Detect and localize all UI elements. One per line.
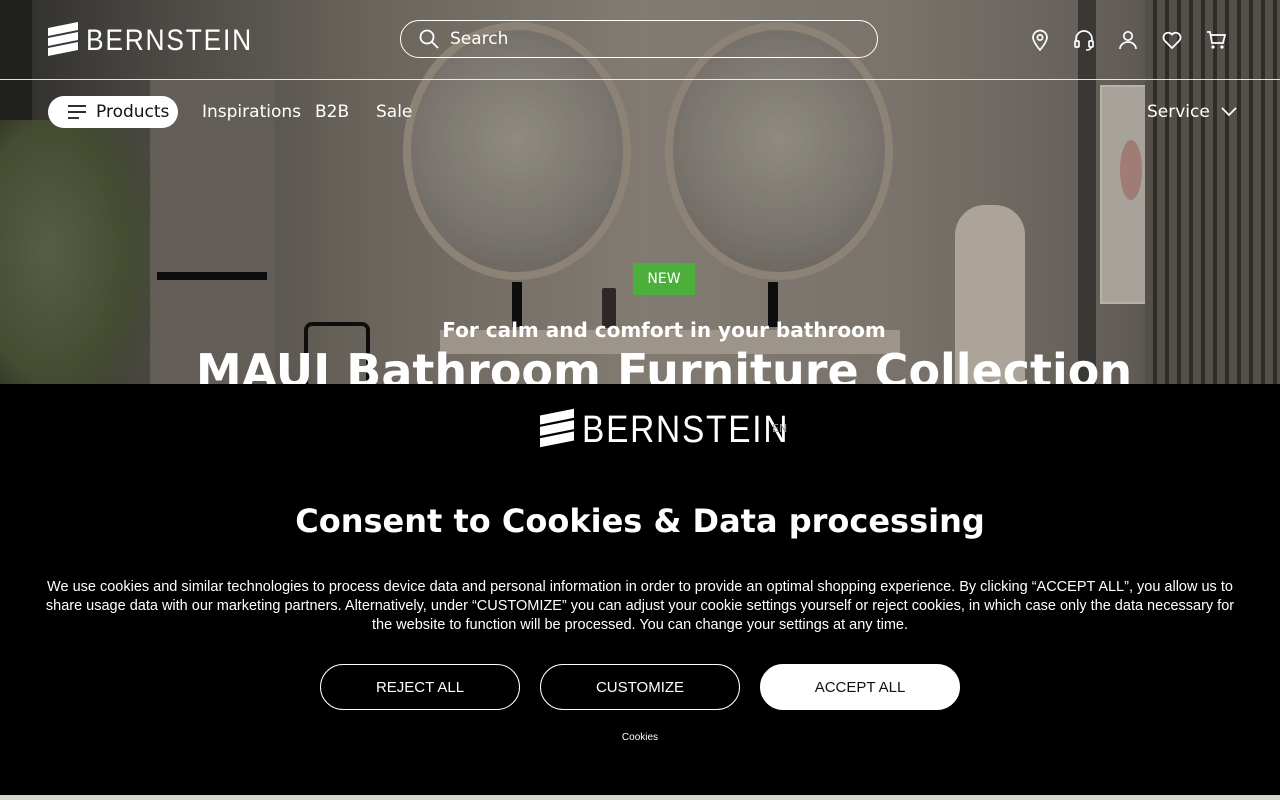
- chevron-down-icon: [1220, 103, 1238, 121]
- wishlist-icon[interactable]: [1160, 28, 1184, 52]
- language-selector[interactable]: EN: [772, 422, 787, 435]
- cookie-consent-dialog: BERNSTEIN EN Consent to Cookies & Data p…: [0, 384, 1280, 795]
- accept-all-button[interactable]: ACCEPT ALL: [760, 664, 960, 710]
- brand-name: BERNSTEIN: [86, 24, 253, 57]
- nav-link-b2b[interactable]: B2B: [315, 102, 349, 122]
- nav-link-sale[interactable]: Sale: [376, 102, 412, 122]
- customize-button[interactable]: CUSTOMIZE: [540, 664, 740, 710]
- search-icon: [418, 28, 440, 50]
- headset-icon[interactable]: [1072, 28, 1096, 52]
- site-header: BERNSTEIN Search: [0, 0, 1280, 80]
- header-actions: [1028, 28, 1228, 52]
- cookie-description: We use cookies and similar technologies …: [45, 579, 1235, 633]
- account-icon[interactable]: [1116, 28, 1140, 52]
- products-menu-button[interactable]: Products: [48, 96, 178, 128]
- search-input[interactable]: Search: [400, 20, 878, 58]
- new-badge: NEW: [633, 263, 695, 295]
- reject-all-button[interactable]: REJECT ALL: [320, 664, 520, 710]
- service-menu[interactable]: Service: [1147, 102, 1238, 122]
- cookies-link[interactable]: Cookies: [0, 732, 1280, 743]
- service-label: Service: [1147, 102, 1210, 122]
- cookie-title: Consent to Cookies & Data processing: [295, 502, 985, 540]
- products-label: Products: [96, 102, 170, 122]
- cart-icon[interactable]: [1204, 28, 1228, 52]
- brand-logo[interactable]: BERNSTEIN: [48, 22, 276, 60]
- nav-link-inspirations[interactable]: Inspirations: [202, 102, 301, 122]
- logo-mark-icon: [540, 408, 574, 452]
- hero-tagline: For calm and comfort in your bathroom: [442, 318, 886, 342]
- search-placeholder: Search: [450, 29, 509, 49]
- main-nav: Products Inspirations B2B Sale Service: [0, 80, 1280, 144]
- logo-mark-icon: [48, 22, 78, 60]
- menu-icon: [67, 103, 87, 121]
- brand-name: BERNSTEIN: [582, 408, 790, 451]
- location-icon[interactable]: [1028, 28, 1052, 52]
- page-bottom-edge: [0, 795, 1280, 800]
